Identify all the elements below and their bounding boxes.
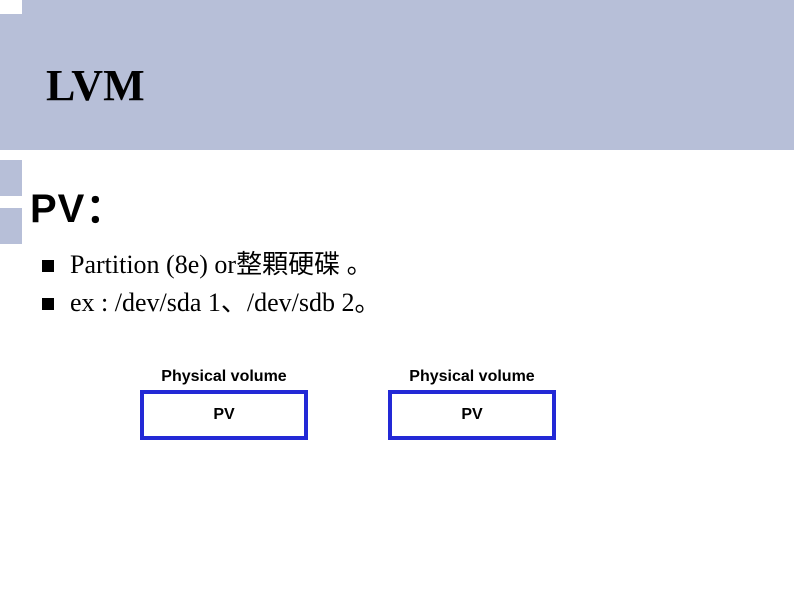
pv-box-text: PV xyxy=(461,406,482,424)
decor-stripe xyxy=(0,0,22,14)
pv-box-text: PV xyxy=(213,406,234,424)
decor-stripe xyxy=(0,208,22,244)
pv-diagram: Physical volume PV Physical volume PV xyxy=(140,368,556,440)
bullet-item: ex : /dev/sda 1、/dev/sdb 2。 xyxy=(42,284,381,322)
pv-box: PV xyxy=(140,390,308,440)
bullet-list: Partition (8e) or整顆硬碟 。 ex : /dev/sda 1、… xyxy=(42,246,381,321)
pv-block: Physical volume PV xyxy=(140,368,308,440)
bullet-item: Partition (8e) or整顆硬碟 。 xyxy=(42,246,381,284)
slide-content: PV： Partition (8e) or整顆硬碟 。 ex : /dev/sd… xyxy=(0,150,794,595)
decor-stripe xyxy=(0,160,22,196)
pv-label: Physical volume xyxy=(140,368,308,386)
pv-label: Physical volume xyxy=(388,368,556,386)
section-heading: PV： xyxy=(30,176,126,234)
slide-header: LVM xyxy=(0,0,794,150)
pv-box: PV xyxy=(388,390,556,440)
pv-block: Physical volume PV xyxy=(388,368,556,440)
slide-title: LVM xyxy=(46,60,145,111)
